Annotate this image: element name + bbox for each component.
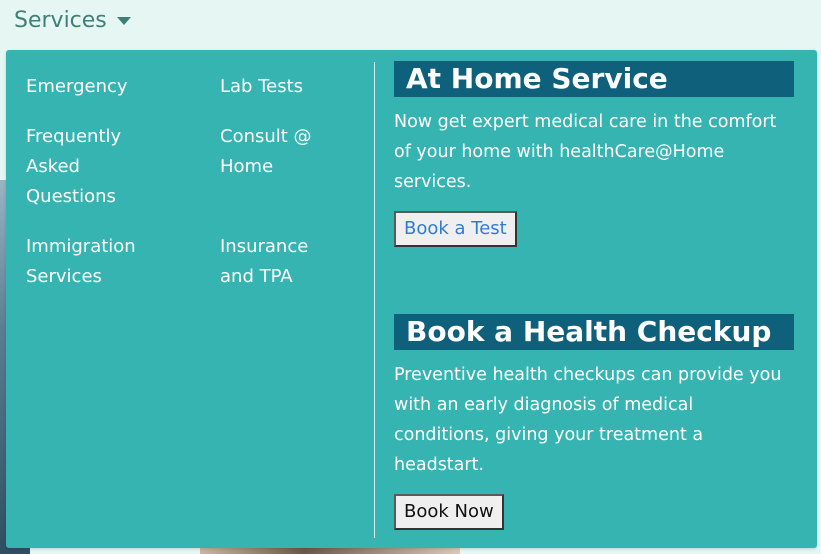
menu-link-lab-tests[interactable]: Lab Tests [220, 72, 303, 102]
menu-link-insurance[interactable]: Insurance and TPA [220, 232, 308, 292]
menu-links: Emergency Frequently Asked Questions Imm… [6, 50, 374, 548]
promo-title: At Home Service [394, 61, 794, 97]
promo-title: Book a Health Checkup [394, 314, 794, 350]
menu-link-immigration[interactable]: Immigration Services [26, 232, 136, 292]
book-now-button[interactable]: Book Now [394, 494, 504, 530]
services-nav-label: Services [14, 7, 107, 33]
menu-link-faq[interactable]: Frequently Asked Questions [26, 122, 121, 212]
menu-link-consult-home[interactable]: Consult @ Home [220, 122, 312, 182]
book-a-test-button[interactable]: Book a Test [394, 211, 517, 247]
promo-text: Now get expert medical care in the comfo… [394, 112, 777, 192]
promo-at-home-service: At Home Service Now get expert medical c… [394, 61, 794, 247]
services-dropdown-menu: Emergency Frequently Asked Questions Imm… [6, 50, 817, 548]
menu-divider [374, 62, 375, 538]
promo-text: Preventive health checkups can provide y… [394, 365, 782, 475]
promo-health-checkup: Book a Health Checkup Preventive health … [394, 314, 794, 530]
services-nav-trigger[interactable]: Services [14, 4, 131, 36]
menu-link-emergency[interactable]: Emergency [26, 72, 128, 102]
caret-down-icon [116, 17, 131, 25]
